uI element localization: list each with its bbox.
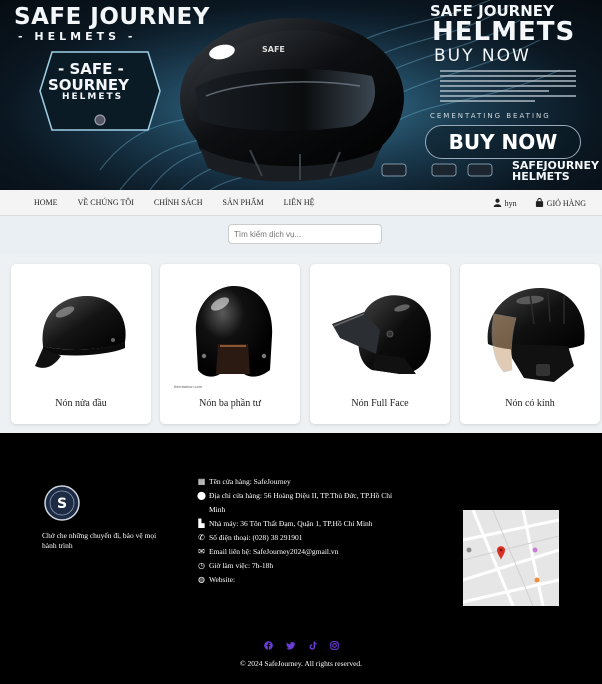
product-card[interactable]: Nón có kính bbox=[460, 264, 600, 424]
banner-brand-title: SAFE JOURNEY bbox=[14, 4, 210, 30]
promo-title-line-2: HELMETS bbox=[432, 17, 576, 47]
nav-item-contact[interactable]: LIÊN HỆ bbox=[274, 198, 325, 207]
promo-brand-mark: SAFEJOURNEY HELMETS bbox=[512, 159, 599, 183]
info-text: Nhà máy: 36 Tôn Thất Đạm, Quận 1, TP.Hồ … bbox=[209, 519, 373, 528]
user-name: hyn bbox=[504, 199, 517, 208]
user-account-link[interactable]: hyn bbox=[493, 198, 517, 208]
visor-helmet-image bbox=[487, 288, 585, 382]
hero-banner[interactable]: SAFE JOURNEY - HELMETS - - SAFE - SOURNE… bbox=[0, 0, 602, 190]
instagram-icon[interactable] bbox=[329, 641, 339, 650]
tiktok-icon[interactable] bbox=[308, 641, 317, 650]
promo-title-line-3: BUY NOW bbox=[434, 46, 531, 66]
nav-item-policy[interactable]: CHÍNH SÁCH bbox=[144, 198, 213, 207]
product-grid: Nón nửa đầu thientainon.com Nón ba phần … bbox=[0, 254, 602, 433]
info-text: Email liên hệ: SafeJourney2024@gmail.vn bbox=[209, 547, 339, 556]
banner-brand-subtitle: - HELMETS - bbox=[18, 30, 137, 43]
nav-item-products[interactable]: SẢN PHẨM bbox=[213, 198, 274, 207]
contact-info: ▦ Tên cửa hàng: SafeJourney ⬤ Địa chỉ cửa … bbox=[196, 475, 406, 587]
product-card[interactable]: Nón Full Face bbox=[310, 264, 450, 424]
social-links bbox=[0, 641, 602, 650]
product-card[interactable]: thientainon.com Nón ba phần tư bbox=[160, 264, 300, 424]
copyright-text: © 2024 SafeJourney. All rights reserved. bbox=[239, 659, 363, 668]
info-text: Số điện thoại: (028) 38 291901 bbox=[209, 533, 303, 542]
info-text: Website: bbox=[209, 575, 236, 584]
main-navigation: HOME VỀ CHÚNG TÔI CHÍNH SÁCH SẢN PHẨM LI… bbox=[0, 190, 602, 216]
helmet-brand-label: SAFE bbox=[262, 45, 285, 54]
twitter-icon[interactable] bbox=[285, 641, 295, 650]
envelope-icon: ✉ bbox=[198, 547, 205, 556]
clock-icon: ◷ bbox=[198, 561, 205, 570]
shopping-bag-icon bbox=[535, 198, 543, 207]
nav-item-home[interactable]: HOME bbox=[24, 198, 68, 207]
cart-label: GIỎ HÀNG bbox=[546, 199, 586, 208]
half-helmet-image bbox=[35, 296, 126, 368]
cart-link[interactable]: GIỎ HÀNG bbox=[535, 198, 586, 208]
safejourney-logo[interactable]: S bbox=[44, 485, 80, 521]
phone-icon: ✆ bbox=[198, 533, 205, 542]
info-factory: ▙ Nhà máy: 36 Tôn Thất Đạm, Quận 1, TP.Hồ… bbox=[196, 517, 406, 531]
product-name: Nón có kính bbox=[505, 398, 555, 409]
promo-fine-print bbox=[440, 70, 576, 105]
product-card[interactable]: Nón nửa đầu bbox=[11, 264, 151, 424]
facebook-icon[interactable] bbox=[263, 641, 273, 650]
info-phone: ✆ Số điện thoại: (028) 38 291901 bbox=[196, 531, 406, 545]
info-email: ✉ Email liên hệ: SafeJourney2024@gmail.vn bbox=[196, 545, 406, 559]
product-name: Nón nửa đầu bbox=[55, 398, 107, 409]
store-icon: ▦ bbox=[197, 477, 206, 486]
site-footer: S Chở che những chuyến đi, bảo vệ mọi hà… bbox=[0, 433, 602, 684]
full-face-helmet-image bbox=[332, 295, 431, 374]
nav-user-area: hyn GIỎ HÀNG bbox=[493, 190, 586, 216]
info-hours: ◷ Giờ làm việc: 7h-18h bbox=[196, 559, 406, 573]
product-name: Nón Full Face bbox=[351, 398, 409, 409]
info-website: ◍ Website: bbox=[196, 573, 406, 587]
info-store-address: ⬤ Địa chỉ cửa hàng: 56 Hoàng Diệu II, TP.… bbox=[196, 489, 406, 517]
info-text: Tên cửa hàng: SafeJourney bbox=[209, 477, 291, 486]
location-map[interactable] bbox=[463, 510, 559, 606]
three-quarter-helmet-image: thientainon.com bbox=[174, 286, 273, 389]
svg-text:thientainon.com: thientainon.com bbox=[174, 384, 203, 389]
buy-now-button[interactable]: BUY NOW bbox=[425, 125, 581, 159]
service-search-input[interactable] bbox=[228, 224, 382, 244]
industry-icon: ▙ bbox=[198, 519, 205, 528]
badge-line-3: HELMETS bbox=[62, 92, 124, 102]
nav-item-about[interactable]: VỀ CHÚNG TÔI bbox=[68, 198, 144, 207]
helmet-illustration bbox=[180, 18, 404, 182]
info-text: Giờ làm việc: 7h-18h bbox=[209, 561, 274, 570]
footer-tagline: Chở che những chuyến đi, bảo vệ mọi hành… bbox=[42, 531, 157, 550]
info-text: Địa chỉ cửa hàng: 56 Hoàng Diệu II, TP.T… bbox=[209, 491, 393, 514]
logo-letter: S bbox=[57, 496, 67, 512]
user-icon bbox=[493, 198, 501, 207]
promo-tagline: CEMENTATING BEATING bbox=[430, 112, 551, 120]
product-name: Nón ba phần tư bbox=[199, 398, 261, 409]
info-store-name: ▦ Tên cửa hàng: SafeJourney bbox=[196, 475, 406, 489]
map-marker-icon: ⬤ bbox=[197, 491, 206, 500]
globe-icon: ◍ bbox=[198, 575, 205, 584]
